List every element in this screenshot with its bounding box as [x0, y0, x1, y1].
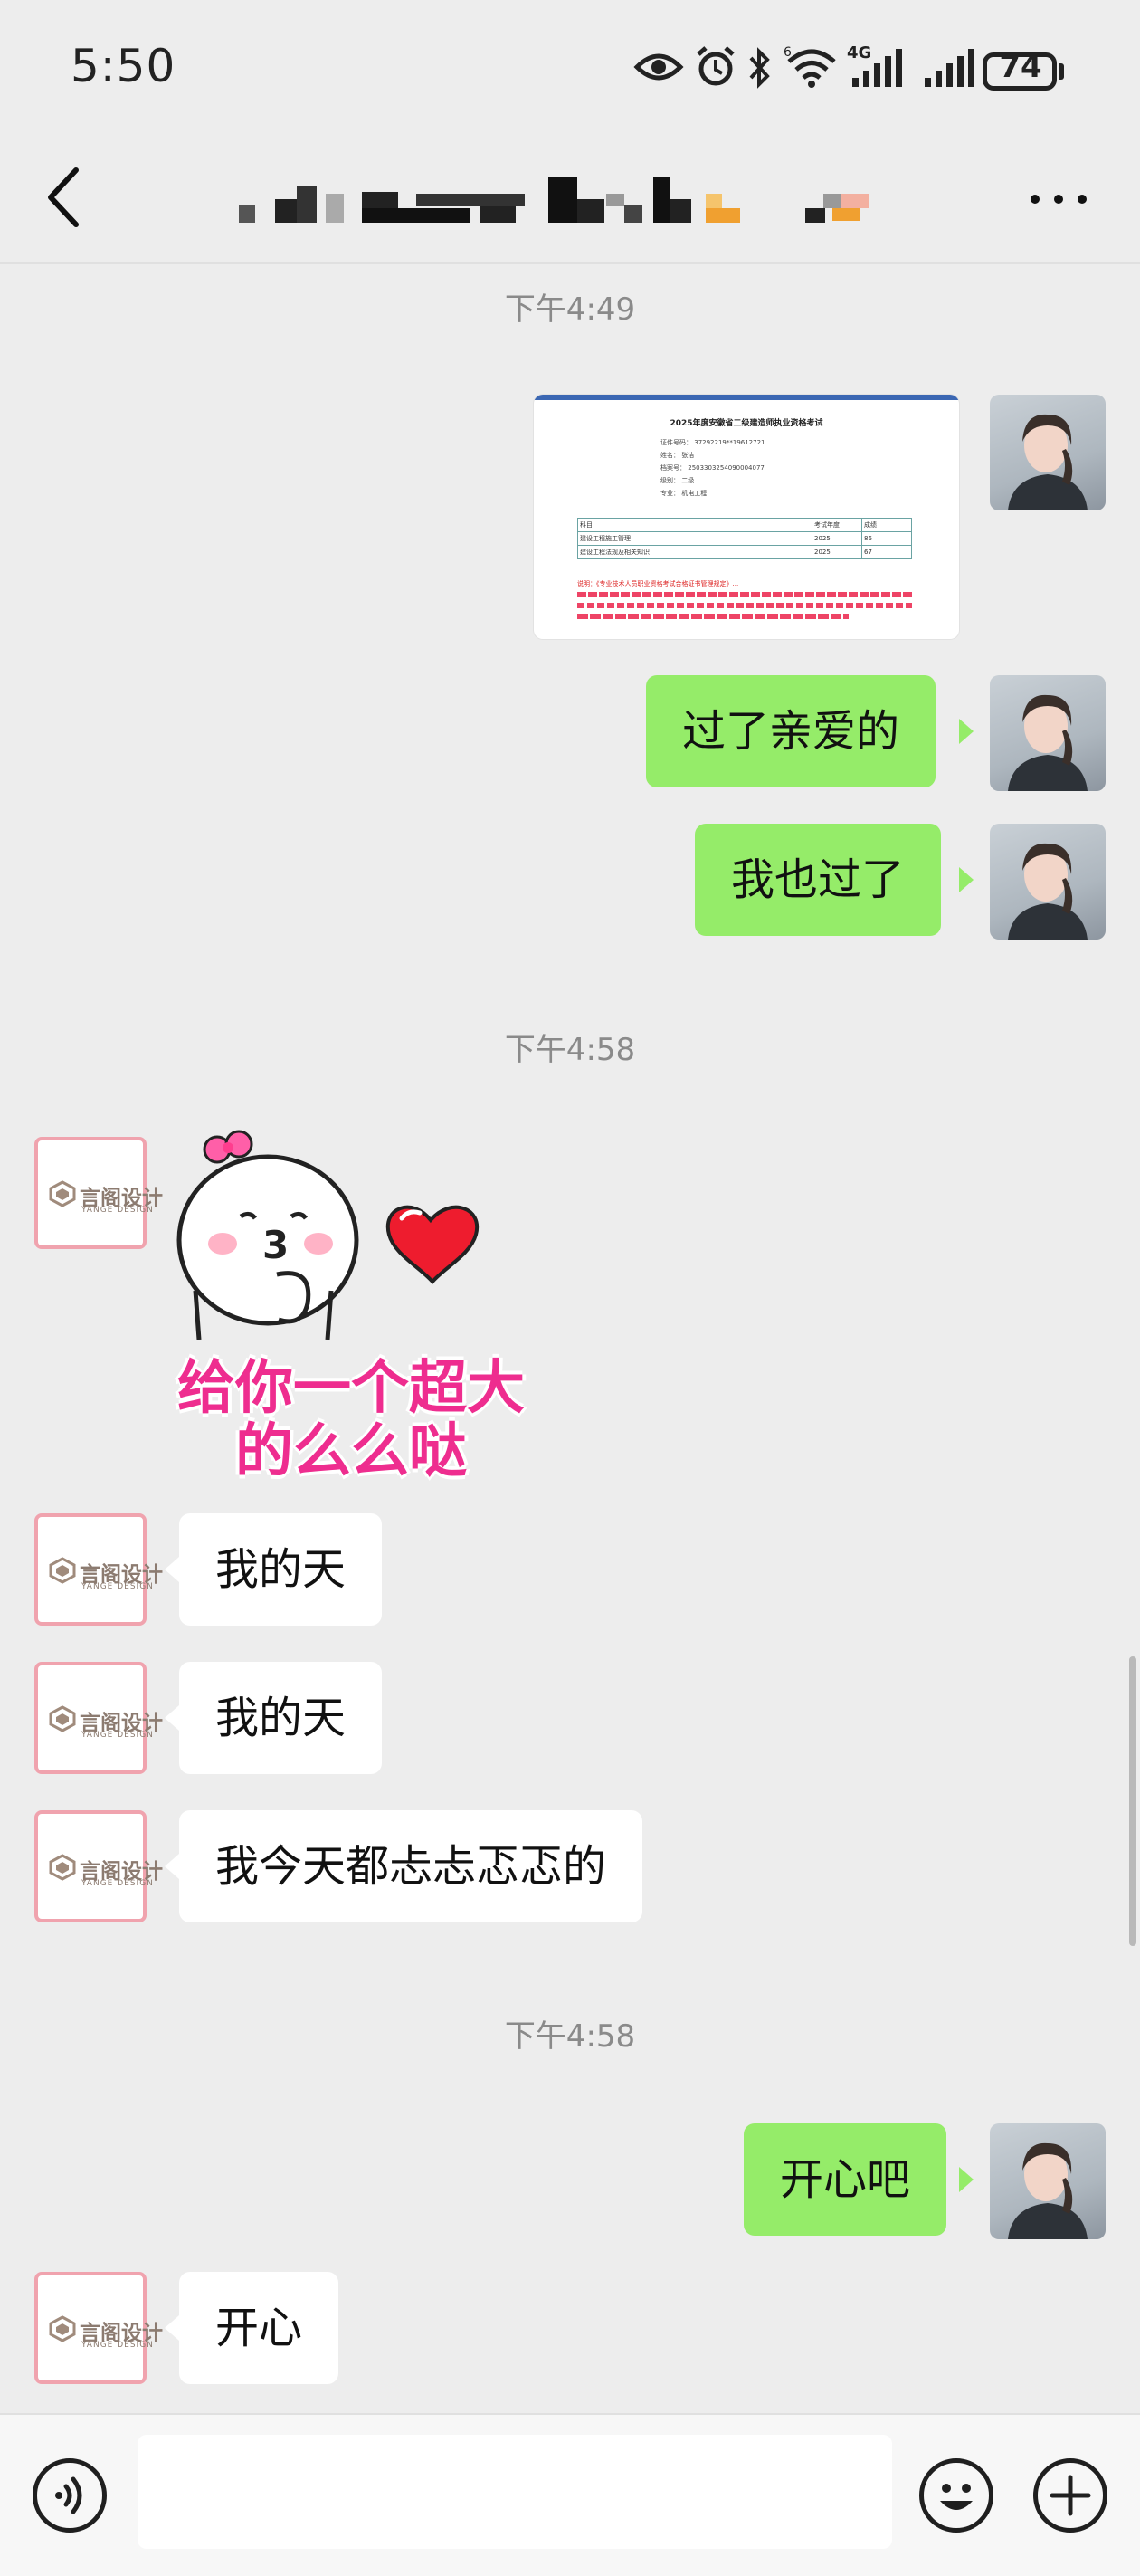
avatar-photo — [1008, 843, 1088, 940]
status-time: 5:50 — [71, 40, 176, 92]
sticker-message[interactable]: 3 给你一个超大 的么么哒 — [168, 1113, 530, 1485]
doc-table-header: 考试年度 — [812, 518, 862, 532]
doc-note-lines — [577, 592, 912, 597]
doc-table-cell: 建设工程施工管理 — [577, 531, 812, 546]
emoji-button[interactable] — [919, 2458, 993, 2533]
my-avatar[interactable] — [990, 395, 1106, 510]
contact-avatar[interactable]: 言阁设计 YANGE DESIGN — [34, 1810, 163, 1922]
doc-table-cell: 67 — [861, 545, 912, 559]
message-bubble-received[interactable]: 我的天 — [179, 1513, 383, 1626]
bubble-tail — [165, 2315, 179, 2341]
bubble-tail — [959, 719, 974, 744]
more-button[interactable] — [1022, 172, 1095, 226]
message-bubble-received[interactable]: 我的天 — [179, 1662, 383, 1774]
logo-mark-icon — [49, 1854, 76, 1881]
bubble-tail — [165, 1705, 179, 1731]
doc-table-header: 成绩 — [861, 518, 912, 532]
avatar-logo-sub: YANGE DESIGN — [81, 1582, 154, 1591]
doc-note-lines — [577, 603, 912, 608]
image-message[interactable]: 2025年度安徽省二级建造师执业资格考试 证件号码： 37292219**196… — [534, 395, 959, 639]
timestamp: 下午4:58 — [504, 1032, 636, 1068]
wifi-icon: 6 — [784, 45, 836, 88]
bubble-tail — [165, 1854, 179, 1879]
doc-field: 证件号码： 37292219**19612721 — [660, 439, 765, 446]
doc-note-lines — [577, 614, 849, 619]
my-avatar[interactable] — [990, 824, 1106, 940]
voice-icon — [55, 2476, 82, 2514]
doc-fields: 证件号码： 37292219**19612721 姓名： 张洁 档案号： 250… — [660, 436, 878, 500]
avatar-photo — [1008, 2142, 1088, 2239]
doc-field: 姓名： 张洁 — [660, 452, 695, 459]
network-label: 4G — [847, 43, 871, 62]
logo-mark-icon — [49, 1705, 76, 1732]
logo-mark-icon — [49, 1180, 76, 1207]
doc-field: 专业： 机电工程 — [660, 490, 708, 497]
doc-table-cell: 86 — [861, 531, 912, 546]
timestamp: 下午4:49 — [504, 291, 636, 328]
my-avatar[interactable] — [990, 2123, 1106, 2239]
more-dots-icon — [1031, 195, 1087, 204]
bluetooth-icon — [749, 47, 770, 89]
doc-table-cell: 建设工程法规及相关知识 — [577, 545, 812, 559]
doc-table-cell: 2025 — [812, 545, 862, 559]
back-button[interactable] — [36, 161, 90, 234]
plus-icon — [1050, 2475, 1091, 2516]
logo-mark-icon — [49, 2315, 76, 2342]
emoji-icon — [940, 2484, 973, 2510]
battery-level: 74 — [999, 49, 1042, 85]
timestamp: 下午4:58 — [504, 2018, 636, 2055]
doc-table-cell: 2025 — [812, 531, 862, 546]
avatar-logo-sub: YANGE DESIGN — [81, 1206, 154, 1215]
contact-avatar[interactable]: 言阁设计 YANGE DESIGN — [34, 1137, 163, 1249]
avatar-logo-sub: YANGE DESIGN — [81, 1731, 154, 1740]
logo-mark-icon — [49, 1557, 76, 1584]
doc-table-header: 科目 — [577, 518, 812, 532]
sticker-caption-line2: 的么么哒 — [235, 1418, 467, 1485]
avatar-logo-sub: YANGE DESIGN — [81, 1879, 154, 1888]
contact-avatar[interactable]: 言阁设计 YANGE DESIGN — [34, 2272, 163, 2384]
doc-table: 科目 考试年度 成绩 建设工程施工管理 2025 86 建设工程法规及相关知识 … — [577, 518, 912, 559]
battery-tip — [1059, 63, 1064, 80]
signal-icon — [925, 49, 974, 87]
doc-note: 说明：《专业技术人员职业资格考试合格证书管理规定》... — [577, 580, 739, 587]
eye-icon — [633, 53, 684, 81]
voice-button[interactable] — [33, 2458, 107, 2533]
contact-avatar[interactable]: 言阁设计 YANGE DESIGN — [34, 1513, 163, 1626]
message-bubble-sent[interactable]: 开心吧 — [744, 2123, 947, 2236]
avatar-photo — [1008, 414, 1088, 510]
chat-title-obscured — [239, 177, 869, 223]
bubble-tail — [959, 867, 974, 892]
image-top-bar — [534, 395, 959, 400]
scrollbar-thumb[interactable] — [1129, 1656, 1136, 1946]
message-bubble-sent[interactable]: 我也过了 — [695, 824, 942, 936]
add-button[interactable] — [1033, 2458, 1107, 2533]
contact-avatar[interactable]: 言阁设计 YANGE DESIGN — [34, 1662, 163, 1774]
svg-text:3: 3 — [262, 1223, 289, 1267]
bubble-tail — [959, 2167, 974, 2192]
message-bubble-received[interactable]: 我今天都忐忐忑忑的 — [179, 1810, 643, 1922]
status-bar: 5:50 6 4G 74 — [0, 0, 1140, 136]
avatar-logo-sub: YANGE DESIGN — [81, 2341, 154, 2350]
avatar-photo — [1008, 694, 1088, 791]
message-bubble-sent[interactable]: 过了亲爱的 — [646, 675, 936, 787]
signal-4g-icon: 4G — [847, 43, 902, 87]
my-avatar[interactable] — [990, 675, 1106, 791]
alarm-icon — [697, 46, 735, 86]
doc-field: 级别： 二级 — [660, 477, 695, 484]
chevron-left-icon — [48, 167, 79, 227]
doc-field: 档案号： 2503303254090004077 — [660, 464, 765, 472]
bubble-tail — [165, 1557, 179, 1582]
doc-title: 2025年度安徽省二级建造师执业资格考试 — [670, 419, 823, 428]
message-bubble-received[interactable]: 开心 — [179, 2272, 339, 2384]
wifi-label: 6 — [784, 45, 792, 60]
sticker-character: 3 — [176, 1130, 480, 1340]
message-input[interactable] — [138, 2435, 892, 2549]
